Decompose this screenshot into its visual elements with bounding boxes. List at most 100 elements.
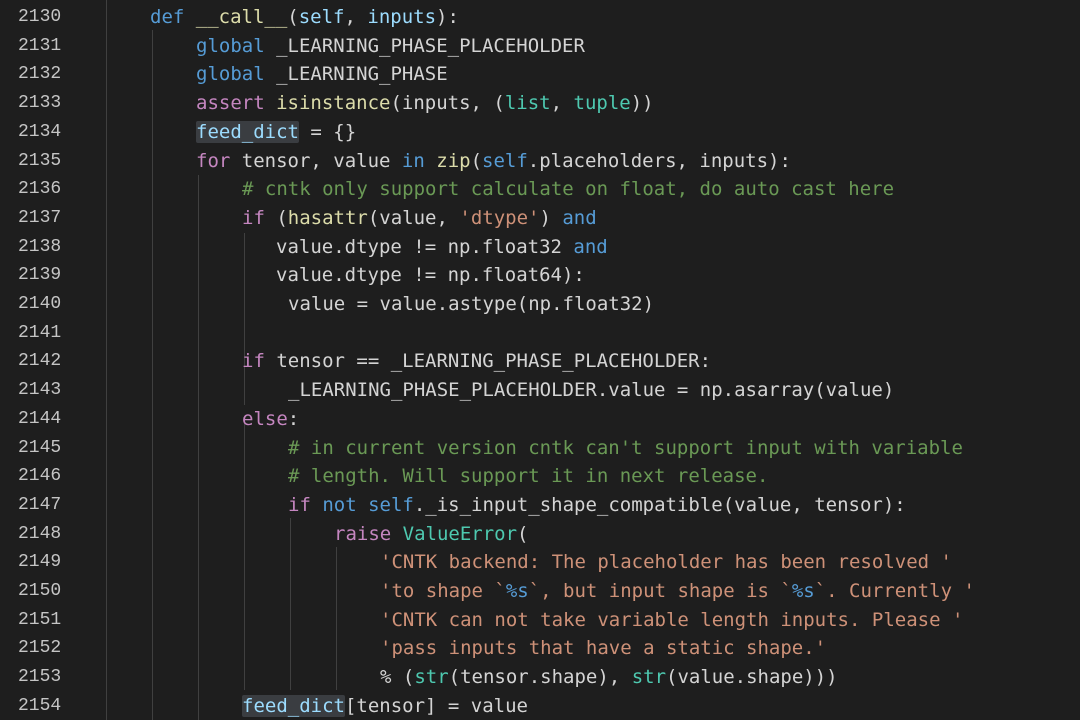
code-token: %s xyxy=(791,580,815,602)
code-token: %s xyxy=(505,580,529,602)
code-token: if xyxy=(242,350,277,373)
code-line[interactable]: 2141 xyxy=(0,319,1080,348)
code-text: for tensor, value in zip(self.placeholde… xyxy=(196,147,791,176)
code-token: raise xyxy=(334,522,403,545)
line-number: 2144 xyxy=(18,408,62,429)
code-line[interactable]: 2148 raise ValueError( xyxy=(0,520,1080,549)
code-line[interactable]: 2140 value = value.astype(np.float32) xyxy=(0,290,1080,319)
code-line[interactable]: 2142 if tensor == _LEARNING_PHASE_PLACEHO… xyxy=(0,347,1080,376)
code-line[interactable]: 2154 feed_dict[tensor] = value xyxy=(0,692,1080,720)
code-line[interactable]: 2130 def __call__(self, inputs): xyxy=(0,3,1080,32)
code-token: value.dtype != np.float32 xyxy=(276,235,574,258)
code-line[interactable]: 2150'to shape `%s`, but input shape is `… xyxy=(0,577,1080,606)
code-token: for xyxy=(196,149,242,172)
code-line[interactable]: 2147 if not self._is_input_shape_compatib… xyxy=(0,491,1080,520)
code-token: zip xyxy=(436,149,471,172)
line-number: 2150 xyxy=(18,581,62,601)
code-line[interactable]: 2139 value.dtype != np.float64): xyxy=(0,261,1080,290)
code-token: value.dtype != np.float64): xyxy=(276,264,585,287)
code-token: 'dtype' xyxy=(459,206,540,229)
code-token: and xyxy=(573,235,608,258)
code-text: def __call__(self, inputs): xyxy=(150,3,459,32)
code-token: self xyxy=(368,493,414,516)
line-number: 2138 xyxy=(18,236,62,257)
code-line[interactable]: 2143 _LEARNING_PHASE_PLACEHOLDER.value = … xyxy=(0,376,1080,405)
code-text: raise ValueError( xyxy=(334,520,528,549)
code-line[interactable]: 2149 'CNTK backend: The placeholder has b… xyxy=(0,548,1080,577)
line-number: 2148 xyxy=(18,523,62,544)
code-token: 'CNTK backend: The placeholder has been … xyxy=(380,551,952,574)
code-text: _LEARNING_PHASE_PLACEHOLDER.value = np.a… xyxy=(288,376,894,405)
line-number: 2132 xyxy=(18,64,62,85)
code-token: and xyxy=(562,206,597,229)
code-token: # cntk only support calculate on float, … xyxy=(242,178,895,201)
code-token: global xyxy=(196,63,277,86)
code-token: self xyxy=(298,6,345,28)
code-line[interactable]: 2138 value.dtype != np.float32 and xyxy=(0,233,1080,262)
code-token: .placeholders, inputs): xyxy=(527,149,791,172)
code-line[interactable]: 2144 else: xyxy=(0,405,1080,434)
code-text: global _LEARNING_PHASE xyxy=(196,60,448,89)
code-token: # in current version cntk can't support … xyxy=(288,436,963,459)
code-line[interactable]: 2137 if (hasattr(value, 'dtype') and xyxy=(0,204,1080,233)
code-text: if not self._is_input_shape_compatible(v… xyxy=(288,491,906,520)
code-token: % ( xyxy=(380,666,415,689)
code-text: value.dtype != np.float32 and xyxy=(276,233,608,262)
code-line[interactable]: 2131 global _LEARNING_PHASE_PLACEHOLDER xyxy=(0,32,1080,61)
code-line[interactable]: 2133 assert isinstance(inputs, (list, tup… xyxy=(0,89,1080,118)
code-line[interactable]: 2135 for tensor, value in zip(self.placeh… xyxy=(0,147,1080,176)
line-number: 2133 xyxy=(18,93,62,114)
code-token: tensor == _LEARNING_PHASE_PLACEHOLDER: xyxy=(276,350,712,373)
code-token: ._is_input_shape_compatible(value, tenso… xyxy=(413,493,906,516)
code-token: _LEARNING_PHASE xyxy=(276,63,448,86)
code-text: else: xyxy=(242,405,299,434)
code-token: else xyxy=(242,407,288,430)
code-line[interactable]: 2132 global _LEARNING_PHASE xyxy=(0,60,1080,89)
code-text: feed_dict = {} xyxy=(196,118,356,147)
code-token: __call__ xyxy=(195,6,288,28)
code-line[interactable]: 2153 % (str(tensor.shape), str(value.shap… xyxy=(0,663,1080,692)
code-line[interactable]: 2152 'pass inputs that have a static shap… xyxy=(0,634,1080,663)
line-number: 2151 xyxy=(18,609,62,630)
code-line[interactable]: 2145 # in current version cntk can't supp… xyxy=(0,434,1080,463)
code-line[interactable]: 2151 'CNTK can not take variable length i… xyxy=(0,606,1080,635)
code-token: tuple xyxy=(573,92,631,115)
code-token: def xyxy=(150,6,196,28)
code-token: ValueError xyxy=(402,522,518,545)
code-token: `, but input shape is ` xyxy=(528,580,792,602)
code-token: 'to shape ` xyxy=(380,580,506,602)
line-number: 2131 xyxy=(18,35,62,56)
code-token: value = value.astype(np.float32) xyxy=(288,293,655,315)
code-text: 'CNTK can not take variable length input… xyxy=(380,606,963,635)
code-text: % (str(tensor.shape), str(value.shape))) xyxy=(380,663,838,692)
code-token: not xyxy=(322,493,369,516)
code-token: [tensor] = value xyxy=(344,694,528,717)
code-token: # length. Will support it in next releas… xyxy=(288,465,769,488)
code-text: # cntk only support calculate on float, … xyxy=(242,175,894,204)
code-token: (inputs, ( xyxy=(390,92,505,115)
code-token: if xyxy=(242,206,277,229)
code-token: hasattr xyxy=(287,206,368,229)
code-token: _LEARNING_PHASE_PLACEHOLDER.value = np.a… xyxy=(288,379,895,402)
line-number: 2134 xyxy=(18,121,62,142)
code-token: `. Currently ' xyxy=(814,580,975,602)
code-line[interactable]: 2136 # cntk only support calculate on flo… xyxy=(0,175,1080,204)
line-number: 2152 xyxy=(18,638,62,659)
code-token: inputs xyxy=(367,6,437,28)
code-token: , xyxy=(344,6,368,28)
code-token: ): xyxy=(436,6,459,28)
code-token: 'pass inputs that have a static shape.' xyxy=(380,637,827,660)
code-token: _LEARNING_PHASE_PLACEHOLDER xyxy=(276,34,585,57)
line-number: 2136 xyxy=(18,179,62,200)
code-token: , xyxy=(550,92,574,115)
code-token: (tensor.shape), xyxy=(448,666,632,689)
code-token: if xyxy=(288,493,323,516)
code-editor[interactable]: 2130 def __call__(self, inputs): 2131 globa… xyxy=(0,0,1080,720)
code-token: isinstance xyxy=(276,92,391,115)
line-number: 2153 xyxy=(18,667,62,688)
code-text: global _LEARNING_PHASE_PLACEHOLDER xyxy=(196,32,585,61)
code-token: ( xyxy=(517,522,529,545)
code-token: assert xyxy=(196,92,277,115)
code-line[interactable]: 2134 feed_dict = {} xyxy=(0,118,1080,147)
code-line[interactable]: 2146 # length. Will support it in next re… xyxy=(0,462,1080,491)
